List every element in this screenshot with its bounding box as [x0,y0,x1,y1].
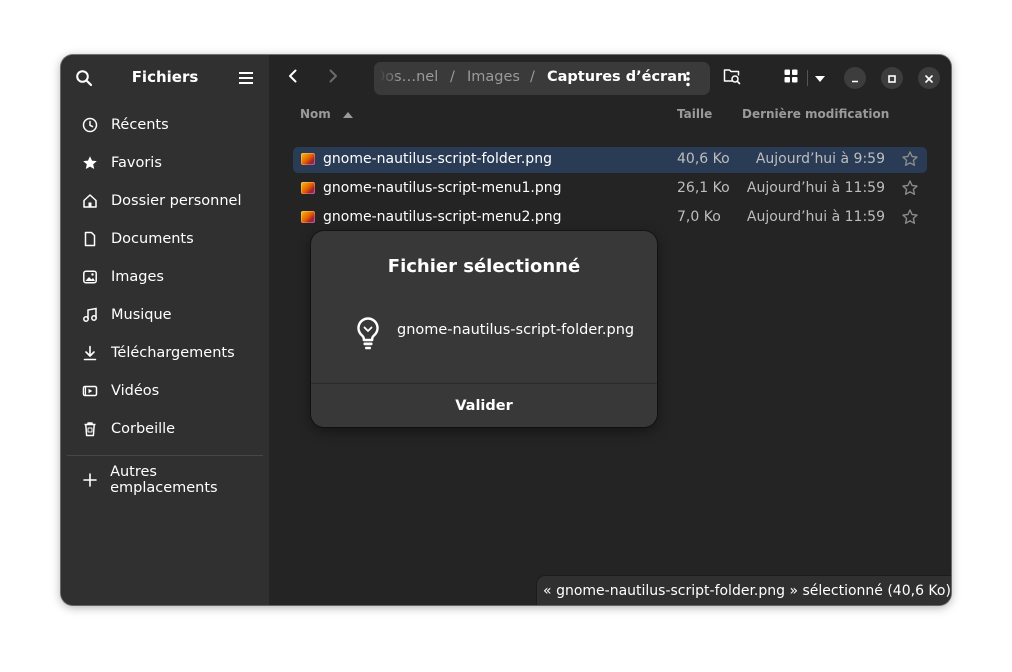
breadcrumb-separator: / [450,69,455,85]
file-row-selected[interactable]: gnome-nautilus-script-folder.png 40,6 Ko… [293,147,927,173]
file-row[interactable]: gnome-nautilus-script-menu1.png 26,1 Ko … [293,176,927,202]
back-button[interactable] [279,64,307,92]
sidebar-item-musique[interactable]: Musique [69,298,261,332]
sidebar-item-favoris[interactable]: Favoris [69,146,261,180]
column-header-size[interactable]: Taille [677,107,712,121]
forward-button[interactable] [319,64,347,92]
file-manager-window: Fichiers Récents Favoris Dossier personn… [61,55,951,605]
sort-ascending-icon [342,108,353,122]
chevron-right-icon [327,68,339,88]
sidebar-divider [67,455,263,456]
sidebar-item-label: Musique [111,307,172,323]
sidebar-item-label: Images [111,269,164,285]
grid-icon [783,68,799,88]
hamburger-menu-icon[interactable] [237,70,255,86]
image-file-icon [301,153,315,165]
path-bar: Dos…nel / Images / Captures d’écran [374,62,710,95]
file-name: gnome-nautilus-script-menu2.png [323,209,562,225]
lightbulb-icon [355,316,381,350]
sidebar-item-home[interactable]: Dossier personnel [69,184,261,218]
star-icon [81,154,99,172]
sidebar-item-label: Téléchargements [111,345,235,361]
breadcrumb-separator: / [530,69,535,85]
status-bar: « gnome-nautilus-script-folder.png » sél… [537,576,951,605]
star-icon[interactable] [901,150,919,168]
column-header-modified[interactable]: Dernière modification [742,107,889,121]
minimize-button[interactable] [844,67,866,89]
sidebar-item-corbeille[interactable]: Corbeille [69,412,261,446]
view-options-button[interactable] [806,64,834,92]
maximize-icon [887,69,897,88]
breadcrumb-current[interactable]: Captures d’écran [547,69,687,85]
star-icon[interactable] [901,179,919,197]
validate-button[interactable]: Valider [311,384,657,427]
sidebar-item-label: Documents [111,231,194,247]
close-button[interactable] [918,67,940,89]
file-size: 40,6 Ko [677,151,730,167]
home-icon [81,192,99,210]
file-modified: Aujourd’hui à 9:59 [755,151,885,167]
selection-dialog: Fichier sélectionné gnome-nautilus-scrip… [311,231,657,427]
file-name: gnome-nautilus-script-menu1.png [323,180,562,196]
sidebar-header: Fichiers [61,55,269,101]
breadcrumb-images[interactable]: Images [467,69,520,85]
sidebar-item-videos[interactable]: Vidéos [69,374,261,408]
minimize-icon [850,69,860,88]
sidebar: Fichiers Récents Favoris Dossier personn… [61,55,269,605]
file-name: gnome-nautilus-script-folder.png [323,151,552,167]
sidebar-item-images[interactable]: Images [69,260,261,294]
download-icon [81,344,99,362]
document-icon [81,230,99,248]
sidebar-item-label: Autres emplacements [110,464,218,496]
file-size: 26,1 Ko [677,180,730,196]
search-folder-button[interactable] [718,64,746,92]
plus-icon [81,471,98,489]
image-icon [81,268,99,286]
trash-icon [81,420,99,438]
column-header-name[interactable]: Nom [300,107,353,122]
sidebar-item-label: Corbeille [111,421,176,437]
sidebar-item-label: Vidéos [111,383,160,399]
grid-view-button[interactable] [777,64,805,92]
file-modified: Aujourd’hui à 11:59 [746,180,885,196]
sidebar-item-documents[interactable]: Documents [69,222,261,256]
sidebar-item-other-locations[interactable]: Autres emplacements [69,463,261,497]
sidebar-item-label: Dossier personnel [111,193,242,209]
video-icon [81,382,99,400]
maximize-button[interactable] [881,67,903,89]
sidebar-item-telechargements[interactable]: Téléchargements [69,336,261,370]
more-options-icon[interactable] [679,70,697,88]
file-row[interactable]: gnome-nautilus-script-menu2.png 7,0 Ko A… [293,205,927,231]
close-icon [924,69,934,88]
path-fade [374,62,400,95]
caret-down-icon [814,69,826,88]
file-size: 7,0 Ko [677,209,721,225]
sidebar-item-label: Récents [111,117,169,133]
music-icon [81,306,99,324]
file-modified: Aujourd’hui à 11:59 [746,209,885,225]
chevron-left-icon [287,68,299,88]
image-file-icon [301,182,315,194]
folder-search-icon [723,67,741,89]
dialog-title: Fichier sélectionné [387,256,581,277]
dialog-file-name: gnome-nautilus-script-folder.png [397,322,635,338]
column-header-name-label: Nom [300,107,331,121]
image-file-icon [301,211,315,223]
clock-icon [81,116,99,134]
star-icon[interactable] [901,208,919,226]
sidebar-item-label: Favoris [111,155,162,171]
sidebar-item-recents[interactable]: Récents [69,108,261,142]
